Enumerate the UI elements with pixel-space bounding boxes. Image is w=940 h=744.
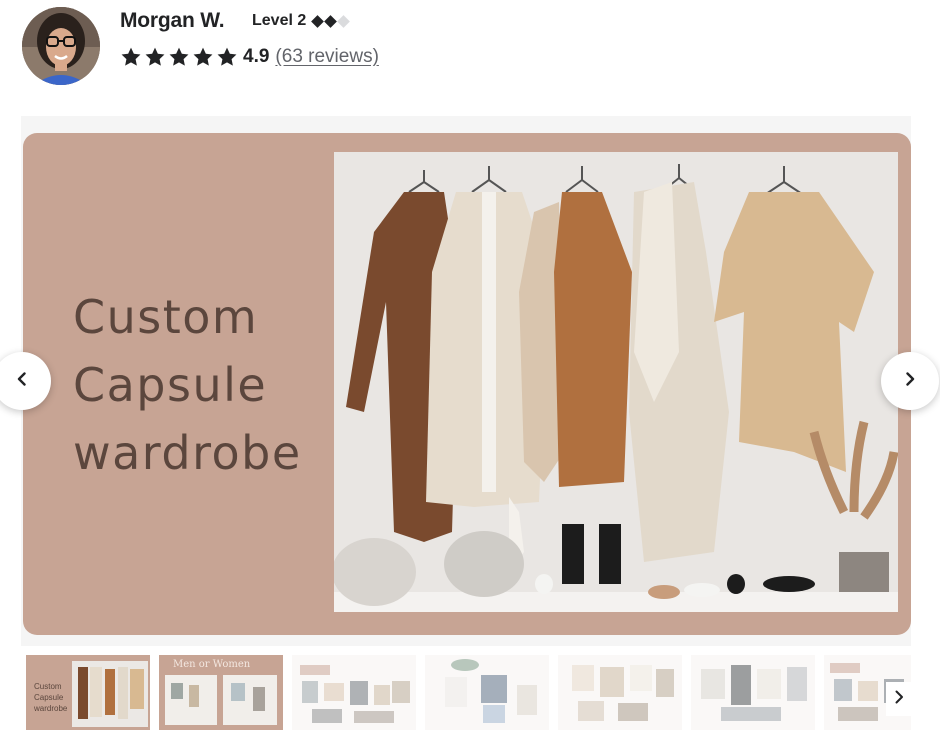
rating-stars [120,46,238,68]
diamond-icon [324,14,338,28]
thumbnail-3[interactable] [292,655,416,730]
thumbnail-caption-line: Capsule [34,693,64,702]
chevron-right-icon [902,371,918,392]
thumbnail-caption: Men or Women [173,659,251,670]
star-icon [144,46,166,68]
chevron-left-icon [14,371,30,392]
seller-level: Level 2 [252,12,351,30]
gallery-slide[interactable]: Custom Capsule wardrobe [23,133,911,635]
thumbnail-strip: Custom Capsule wardrobe Men or Women [26,655,911,731]
rating-score: 4.9 [243,46,270,67]
seller-avatar[interactable] [22,7,100,85]
slide-title: Custom Capsule wardrobe [73,283,302,487]
star-icon [120,46,142,68]
wardrobe-photo [334,152,898,612]
diamond-icon [311,14,325,28]
thumbnail-caption: Custom Capsule wardrobe [34,681,67,714]
chevron-right-icon [893,690,905,709]
thumbnail-caption-line: Custom [34,682,62,691]
star-icon [216,46,238,68]
thumbnail-4[interactable] [425,655,549,730]
slide-title-line: wardrobe [73,426,302,480]
rating-row: 4.9 (63 reviews) [120,44,379,70]
thumbnail-5[interactable] [558,655,682,730]
reviews-link[interactable]: (63 reviews) [275,46,378,68]
thumbnail-1[interactable]: Custom Capsule wardrobe [26,655,150,730]
slide-title-line: Custom [73,290,259,344]
star-icon [192,46,214,68]
thumbnail-next-button[interactable] [886,682,912,716]
thumbnail-6[interactable] [691,655,815,730]
seller-name[interactable]: Morgan W. [120,9,225,33]
slide-title-line: Capsule [73,358,268,412]
seller-level-label: Level 2 [252,12,307,29]
gallery-next-button[interactable] [881,352,939,410]
thumbnail-2[interactable]: Men or Women [159,655,283,730]
level-diamonds [311,14,351,28]
star-icon [168,46,190,68]
thumbnail-caption-line: wardrobe [34,704,68,713]
diamond-icon [337,14,351,28]
